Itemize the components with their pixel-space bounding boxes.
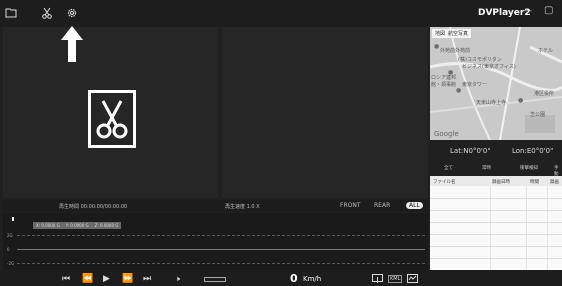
playback-controls: ⏮ ⏪ ▶ ⏩ ⏭ 🕨 0 Km/h KML (0, 271, 562, 286)
kml-button[interactable]: KML (388, 275, 403, 283)
volume-icon[interactable]: 🕨 (175, 274, 180, 284)
map-type-tabs[interactable]: 地図 航空写真 (432, 29, 472, 38)
speed-value: 0 (290, 272, 298, 285)
skip-start-icon[interactable]: ⏮ (62, 274, 70, 284)
map-pin-icon: ● (518, 97, 524, 104)
timeline-grid-line (17, 235, 425, 236)
table-row (430, 198, 562, 199)
playback-info-bar: 再生時間 00:00:00/00:00:00 再生速度 1.0 X FRONT … (3, 200, 428, 212)
camera-tab-front[interactable]: FRONT (340, 202, 361, 209)
filter-tab-all[interactable]: 全て (444, 165, 453, 171)
y-label-mid: 0 (7, 247, 10, 252)
table-row (430, 222, 562, 223)
rear-video-pane[interactable] (222, 27, 428, 198)
latitude: Lat:N0°0'0" (450, 147, 491, 155)
map-pin-icon: ● (456, 87, 462, 94)
google-logo: Google (434, 130, 459, 138)
scissors-icon (96, 100, 128, 139)
timeline-cursor[interactable] (12, 217, 14, 221)
export-icon[interactable] (372, 274, 383, 285)
table-row (430, 210, 562, 211)
up-arrow-icon (60, 25, 84, 65)
minimize-button[interactable]: — (523, 6, 532, 16)
map-label: (株)コスモポリタン (458, 57, 502, 63)
y-label-top: 2G (7, 233, 13, 238)
column-filename[interactable]: ファイル名 (433, 179, 456, 185)
column-recording[interactable]: 録画 (550, 179, 559, 185)
gps-coordinates: Lat:N0°0'0" Lon:E0°0'0" (430, 140, 562, 162)
gear-icon[interactable] (65, 6, 79, 20)
map-label: ホテル (538, 48, 554, 54)
sensor-y: Y: 0.0000 G (65, 223, 89, 228)
fast-forward-icon[interactable]: ⏩ (122, 274, 133, 284)
cut-highlight-box (88, 90, 136, 148)
sensor-z: Z: 0.0000 G (94, 223, 119, 228)
map-tab-map[interactable]: 地図 (435, 30, 445, 37)
map-label: 外苑前外苑前 (440, 48, 471, 54)
y-label-bottom: -2G (7, 261, 15, 266)
title-bar: DVPlayer2 — ▢ (0, 0, 562, 27)
table-row (430, 258, 562, 259)
map-view[interactable]: 地図 航空写真 外苑前外苑前 (株)コスモポリタン ビジネス(東京オフィス) ロ… (430, 27, 562, 140)
camera-tab-all[interactable]: ALL (406, 202, 423, 209)
longitude: Lon:E0°0'0" (512, 147, 554, 155)
column-duration[interactable]: 時間 (530, 179, 539, 185)
file-filter-tabs: 全て 常時 衝撃検知 手動 (430, 163, 562, 177)
map-label: ビジネス(東京オフィス) (462, 64, 516, 70)
table-row (430, 246, 562, 247)
map-label: 館・領事館 (431, 82, 457, 88)
column-recorded-at[interactable]: 録画日時 (492, 179, 510, 185)
map-pin-icon: ● (434, 43, 440, 50)
map-label: 東京タワー (462, 82, 488, 88)
g-sensor-timeline[interactable]: X: 0.0000 G Y: 0.0000 G Z: 0.0000 G 2G 0… (3, 213, 428, 270)
folder-icon[interactable] (4, 6, 18, 20)
scissors-icon[interactable] (40, 6, 54, 20)
file-list-table[interactable]: ファイル名 録画日時 時間 録画 (430, 176, 562, 270)
map-tab-satellite[interactable]: 航空写真 (448, 30, 468, 37)
speed-unit: Km/h (303, 275, 322, 283)
front-video-pane[interactable] (3, 27, 218, 198)
map-label: 天米山寺上寺 (476, 100, 507, 106)
map-pin-icon: ● (448, 69, 454, 76)
playback-speed: 再生速度 1.0 X (225, 204, 260, 210)
file-list-header: ファイル名 録画日時 時間 録画 (430, 176, 562, 186)
timeline-grid-line (17, 263, 425, 264)
playback-time: 再生時間 00:00:00/00:00:00 (59, 204, 128, 210)
maximize-button[interactable]: ▢ (544, 5, 553, 16)
table-row (430, 234, 562, 235)
play-icon[interactable]: ▶ (103, 274, 110, 284)
sensor-readout: X: 0.0000 G Y: 0.0000 G Z: 0.0000 G (33, 222, 122, 229)
map-label: 芝公園 (530, 112, 546, 118)
skip-end-icon[interactable]: ⏭ (143, 274, 151, 284)
volume-slider[interactable] (204, 277, 226, 282)
timeline-axis-line (17, 249, 425, 250)
camera-tab-rear[interactable]: REAR (374, 202, 390, 209)
rewind-icon[interactable]: ⏪ (82, 274, 93, 284)
filter-tab-continuous[interactable]: 常時 (482, 165, 491, 171)
filter-tab-impact[interactable]: 衝撃検知 (520, 165, 538, 171)
graph-icon[interactable] (407, 274, 418, 285)
sensor-x: X: 0.0000 G (36, 223, 60, 228)
map-label: 港区役所 (534, 91, 555, 97)
